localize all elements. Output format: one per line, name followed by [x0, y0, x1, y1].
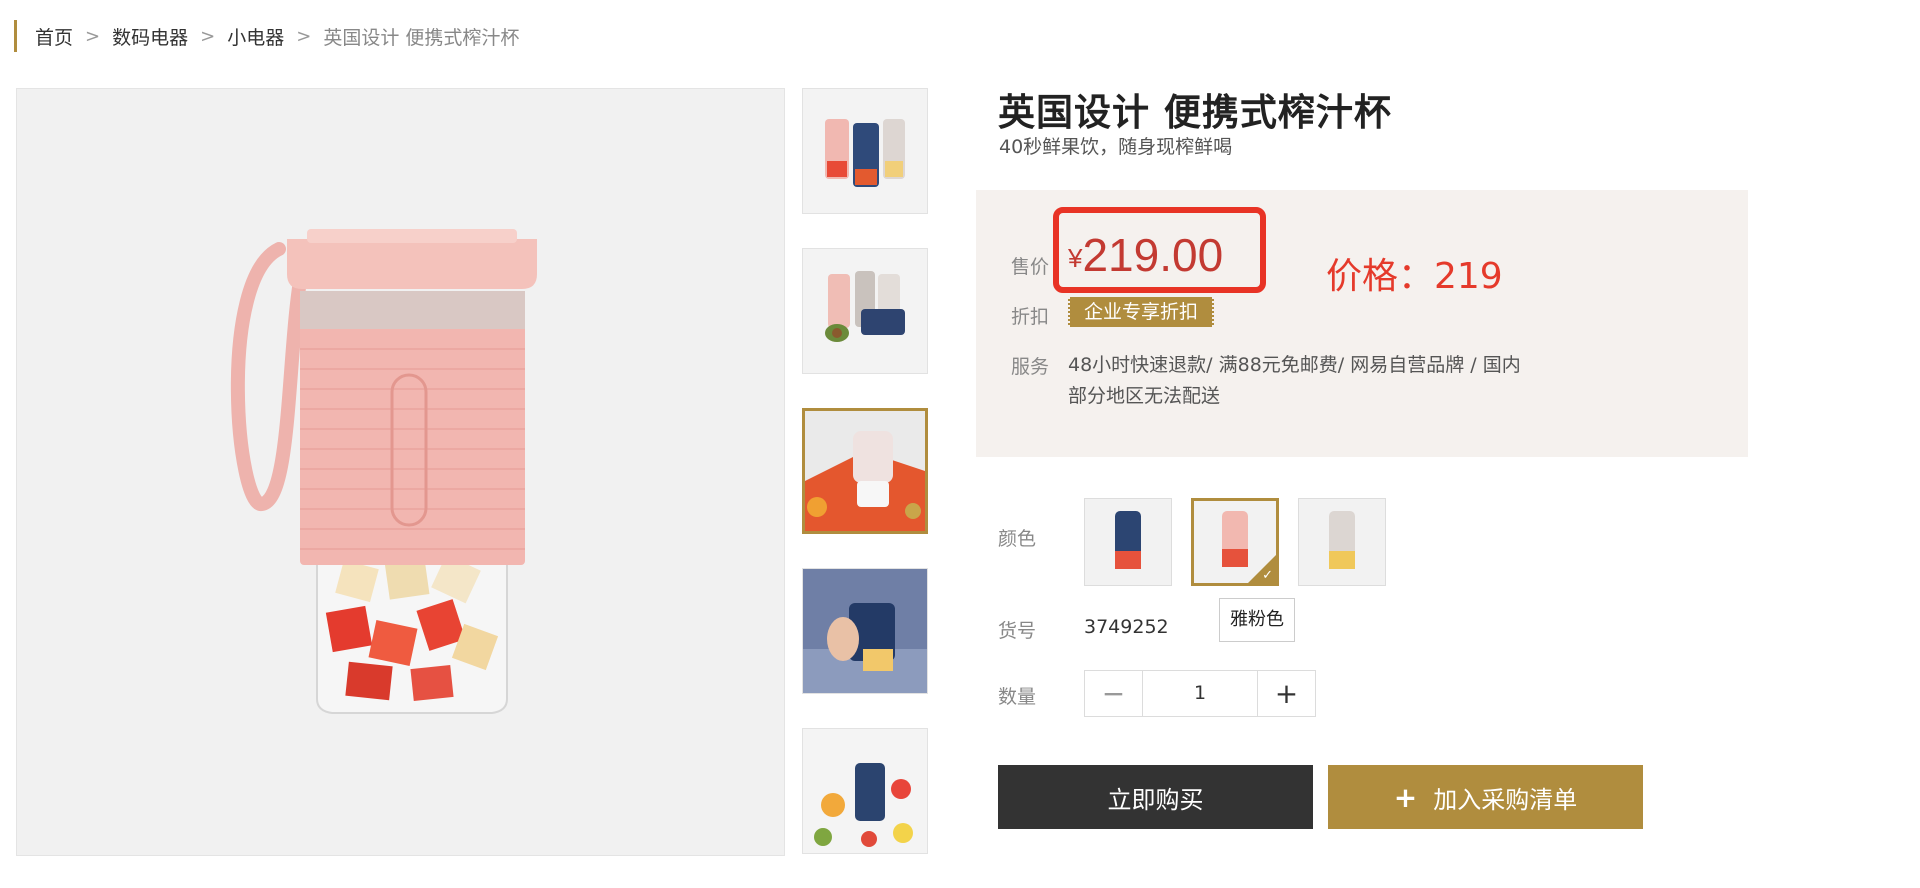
main-product-image — [16, 88, 785, 856]
add-to-list-label: 加入采购清单 — [1433, 785, 1578, 814]
color-swatch-navy[interactable] — [1084, 498, 1172, 586]
price-annotation: 价格：219 — [1326, 256, 1503, 297]
quantity-stepper: − 1 + — [1084, 670, 1316, 717]
increase-button[interactable]: + — [1258, 671, 1315, 716]
navy-juicer-image — [1115, 511, 1141, 569]
chevron-right-icon: > — [85, 25, 101, 47]
product-subtitle: 40秒鲜果饮，随身现榨鲜喝 — [999, 136, 1233, 158]
discount-badge: 企业专享折扣 — [1068, 297, 1215, 327]
quantity-label: 数量 — [998, 686, 1037, 708]
breadcrumb-current: 英国设计 便携式榨汁杯 — [323, 26, 520, 49]
thumbnail-5[interactable] — [802, 728, 928, 854]
juicer-with-avocado-image — [825, 271, 905, 342]
service-label: 服务 — [1011, 356, 1050, 378]
check-icon: ✓ — [1262, 568, 1273, 583]
breadcrumb-small-appliance[interactable]: 小电器 — [227, 23, 284, 50]
breadcrumb: 首页 > 数码电器 > 小电器 > 英国设计 便携式榨汁杯 — [14, 20, 519, 52]
color-label: 颜色 — [998, 528, 1037, 550]
breadcrumb-digital[interactable]: 数码电器 — [112, 23, 188, 50]
color-swatch-white[interactable] — [1298, 498, 1386, 586]
buy-now-label: 立即购买 — [1107, 785, 1204, 814]
breadcrumb-home[interactable]: 首页 — [35, 23, 73, 50]
juicer-promo-image — [805, 411, 925, 531]
thumbnail-4[interactable] — [802, 568, 928, 694]
quantity-input[interactable]: 1 — [1142, 671, 1258, 716]
juicer-trio-image — [825, 119, 905, 187]
price-highlight-box — [1053, 207, 1266, 293]
plus-icon: + — [1393, 780, 1418, 814]
product-title: 英国设计 便携式榨汁杯 — [998, 91, 1392, 134]
price-label: 售价 — [1011, 256, 1050, 278]
chevron-right-icon: > — [200, 25, 216, 47]
sku-value: 3749252 — [1084, 616, 1169, 638]
juicer-in-hand-image — [803, 569, 927, 693]
thumbnail-2[interactable] — [802, 248, 928, 374]
sku-label: 货号 — [998, 620, 1037, 642]
thumbnail-1[interactable] — [802, 88, 928, 214]
white-juicer-image — [1329, 511, 1355, 569]
chevron-right-icon: > — [296, 25, 312, 47]
decrease-button[interactable]: − — [1085, 671, 1142, 716]
selected-color-tooltip: 雅粉色 — [1219, 598, 1295, 642]
add-to-list-button[interactable]: + 加入采购清单 — [1328, 765, 1643, 829]
color-swatch-pink[interactable]: ✓ — [1191, 498, 1279, 586]
juicer-with-fruits-image — [803, 729, 927, 853]
thumbnail-3[interactable] — [802, 408, 928, 534]
buy-now-button[interactable]: 立即购买 — [998, 765, 1313, 829]
service-text: 48小时快速退款/ 满88元免邮费/ 网易自营品牌 / 国内部分地区无法配送 — [1068, 354, 1521, 407]
pink-juicer-image — [230, 229, 537, 714]
thumbnail-list — [802, 88, 928, 888]
discount-label: 折扣 — [1011, 306, 1050, 328]
